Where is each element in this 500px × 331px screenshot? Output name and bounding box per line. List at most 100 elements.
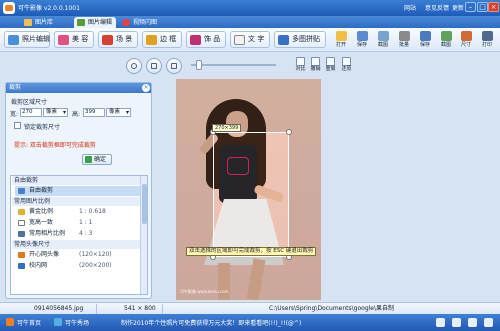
photo-edit-label: 照片编辑	[22, 35, 50, 43]
redo-button[interactable]: 重做	[324, 57, 337, 73]
settings-icon[interactable]	[452, 318, 461, 327]
list-item-xiaonei-avatar[interactable]: 校内网 (200×200)	[15, 261, 140, 271]
save-as-label: 保存	[419, 42, 430, 48]
screenshot-button[interactable]: 截图	[373, 31, 393, 51]
batch-button[interactable]: 批量	[394, 31, 414, 51]
gallery-icon	[24, 19, 32, 26]
height-unit-select[interactable]: 像素	[106, 108, 131, 117]
rotate-button[interactable]	[126, 58, 142, 74]
group-avatar-size[interactable]: 常用头像尺寸	[12, 240, 140, 249]
capture-button[interactable]: 截图	[436, 31, 456, 51]
crop-mask	[289, 79, 321, 300]
open-label: 打开	[335, 42, 346, 48]
accessory-button[interactable]: 饰 品	[186, 31, 226, 48]
tab-gallery[interactable]: 图片库	[21, 17, 57, 28]
close-button[interactable]: ×	[488, 2, 499, 12]
zoom-slider-track[interactable]	[191, 64, 276, 66]
print-button[interactable]: 打印	[477, 31, 497, 51]
list-item-free-crop[interactable]: 自由裁剪	[15, 186, 140, 196]
update-link[interactable]: 更新	[452, 3, 464, 12]
scene-label: 场 景	[116, 35, 133, 43]
scrollbar-thumb[interactable]	[142, 184, 147, 224]
beauty-button[interactable]: 美 容	[54, 31, 94, 48]
tab-video-flash[interactable]: 视频闪图	[119, 17, 161, 28]
open-button[interactable]: 打开	[331, 31, 351, 51]
save-as-icon	[419, 31, 431, 41]
list-scrollbar[interactable]	[140, 176, 147, 294]
text-button[interactable]: 文 字	[230, 31, 270, 48]
size-button[interactable]: 尺寸	[456, 31, 476, 51]
confirm-label: 确定	[94, 156, 107, 163]
scene-button[interactable]: 场 景	[98, 31, 138, 48]
help-icon[interactable]	[436, 318, 445, 327]
status-filename: 0914056845.jpg	[34, 305, 84, 312]
compare-button[interactable]: 对比	[294, 57, 307, 73]
crop-size-heading: 裁剪区域尺寸	[11, 99, 48, 106]
collage-icon	[278, 35, 289, 45]
status-dimensions: 541 × 800	[124, 305, 156, 312]
photo-watermark: 可牛影像 www.keniu.com	[180, 289, 229, 294]
folder-icon	[335, 31, 347, 41]
group-free-crop[interactable]: 自由裁剪	[12, 176, 140, 185]
minimize-button[interactable]: –	[465, 2, 476, 12]
frame-button[interactable]: 边 框	[142, 31, 182, 48]
crop-selection-box[interactable]	[213, 132, 289, 257]
undo-button[interactable]: 撤销	[309, 57, 322, 73]
menu-icon[interactable]	[484, 318, 493, 327]
promo-marquee[interactable]: 制作2010年个性照片可免费获得万元大奖！即来看看吧(!!)_!!(@^)	[121, 318, 301, 327]
item-label: 宽高一致	[29, 219, 54, 226]
confirm-button[interactable]: 确定	[82, 154, 112, 165]
capture-icon	[440, 31, 452, 41]
crop-size-tooltip: 270×399	[212, 124, 242, 132]
photo-canvas[interactable]: 270×399 双击选择的区域即可完成裁剪，按 ESC 键退出裁剪 可牛影像 w…	[176, 79, 321, 300]
bottom-bar: 可牛首页 可牛秀场 制作2010年个性照片可免费获得万元大奖！即来看看吧(!!)…	[0, 314, 500, 331]
collage-button[interactable]: 多图拼贴	[274, 31, 326, 48]
width-unit-select[interactable]: 像素	[43, 108, 68, 117]
item-label: 校内网	[29, 262, 48, 269]
check-icon	[85, 156, 92, 163]
zoom-slider-handle[interactable]	[196, 60, 202, 70]
panel-close-icon[interactable]: ×	[142, 84, 150, 92]
photo-edit-icon	[8, 35, 19, 45]
maximize-button[interactable]: □	[477, 2, 488, 12]
feedback-link[interactable]: 意见反馈	[425, 3, 449, 12]
crop-handle-top-right[interactable]	[286, 129, 292, 135]
list-item-photo-ratio[interactable]: 常用相片比例 4 : 3	[15, 229, 140, 239]
accessory-icon	[190, 35, 201, 45]
status-divider	[162, 304, 163, 314]
save-as-button[interactable]: 保存	[415, 31, 435, 51]
photo-edit-button[interactable]: 照片编辑	[4, 31, 50, 48]
item-label: 黄金比例	[29, 208, 54, 215]
actual-size-button[interactable]	[166, 58, 182, 74]
text-label: 文 字	[248, 35, 265, 43]
keniu-home-link[interactable]: 可牛首页	[6, 318, 41, 327]
size-label: 尺寸	[460, 42, 471, 48]
list-item-square[interactable]: 宽高一致 1 : 1	[15, 218, 140, 228]
keniu-show-link[interactable]: 可牛秀场	[54, 318, 89, 327]
fullscreen-icon[interactable]	[468, 318, 477, 327]
window-title: 可牛影像 v2.0.0.1001	[18, 5, 80, 12]
item-value: 4 : 3	[79, 230, 93, 237]
group-common-ratio[interactable]: 常用图片比例	[12, 197, 140, 206]
actual-size-icon	[171, 63, 177, 69]
width-label: 宽:	[10, 111, 19, 118]
save-label: 保存	[356, 42, 367, 48]
fit-window-button[interactable]	[146, 58, 162, 74]
height-input[interactable]: 399	[83, 108, 105, 117]
tab-image-edit[interactable]: 图片编辑	[74, 17, 117, 28]
lock-size-checkbox[interactable]	[14, 122, 21, 129]
print-label: 打印	[481, 42, 492, 48]
crop-panel-title: 裁剪	[6, 83, 151, 93]
text-icon	[234, 35, 245, 45]
edit-image-icon	[77, 19, 85, 26]
list-item-kaixin-avatar[interactable]: 开心网头像 (120×120)	[15, 250, 140, 260]
home-icon	[6, 318, 14, 326]
restore-button[interactable]: 还原	[340, 57, 353, 73]
crop-mask	[176, 79, 213, 300]
save-button[interactable]: 保存	[352, 31, 372, 51]
width-input[interactable]: 270	[20, 108, 42, 117]
website-link[interactable]: 网站	[404, 3, 416, 12]
app-logo-icon	[3, 2, 15, 14]
restore-label: 还原	[341, 66, 352, 72]
list-item-golden-ratio[interactable]: 黄金比例 1 : 0.618	[15, 207, 140, 217]
